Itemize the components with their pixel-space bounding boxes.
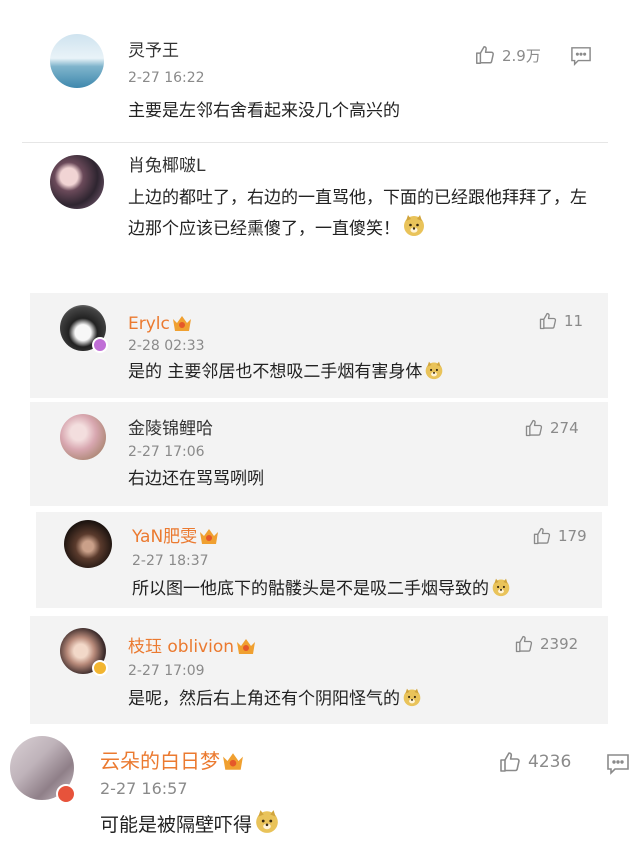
thumb-up-icon xyxy=(539,312,557,330)
doge-emoji xyxy=(491,577,511,607)
comment-text: 是的 主要邻居也不想吸二手烟有害身体 xyxy=(128,357,588,390)
like-count: 274 xyxy=(550,419,579,437)
username[interactable]: 灵予王 xyxy=(128,40,179,62)
like-button[interactable]: 274 xyxy=(524,418,579,438)
comment-card: 枝珏 oblivion 2-27 17:09 2392 是呢，然后右上角还有个阴… xyxy=(30,616,608,724)
like-button[interactable]: 4236 xyxy=(498,750,571,774)
avatar[interactable] xyxy=(60,414,106,460)
comment-card: Erylc 2-28 02:33 11 是的 主要邻居也不想吸二手烟有害身体 xyxy=(30,293,608,398)
username[interactable]: 肖兔椰啵L xyxy=(128,155,205,177)
comment-icon[interactable] xyxy=(570,46,592,66)
avatar[interactable] xyxy=(64,520,112,568)
doge-emoji xyxy=(402,687,422,717)
comment-card: 云朵的白日梦 2-27 16:57 4236 可能是被隔壁吓得 xyxy=(0,728,640,857)
username[interactable]: 云朵的白日梦 xyxy=(100,748,244,777)
vip-crown-icon xyxy=(222,751,244,777)
vip-crown-icon xyxy=(172,314,192,338)
timestamp: 2-27 17:06 xyxy=(128,444,205,460)
comment-text: 可能是被隔壁吓得 xyxy=(100,808,600,844)
username[interactable]: 枝珏 oblivion xyxy=(128,636,256,661)
like-count: 2.9万 xyxy=(502,46,541,65)
comment-text: 是呢，然后右上角还有个阴阳怪气的 xyxy=(128,684,588,717)
comment-text: 所以图一他底下的骷髅头是不是吸二手烟导致的 xyxy=(132,574,592,607)
verified-badge xyxy=(56,784,76,804)
username[interactable]: Erylc xyxy=(128,313,192,338)
comment-text: 上边的都吐了，右边的一直骂他，下面的已经跟他拜拜了，左边那个应该已经熏傻了，一直… xyxy=(128,183,588,247)
timestamp: 2-27 16:57 xyxy=(100,779,188,798)
avatar[interactable] xyxy=(50,155,104,209)
comment-text: 右边还在骂骂咧咧 xyxy=(128,469,264,489)
timestamp: 2-27 16:22 xyxy=(128,70,205,86)
comment-card: 金陵锦鲤哈 2-27 17:06 274 右边还在骂骂咧咧 xyxy=(30,402,608,506)
vip-crown-icon xyxy=(236,637,256,661)
thumb-up-icon xyxy=(500,752,520,772)
like-count: 2392 xyxy=(540,635,579,653)
thumb-up-icon xyxy=(515,635,533,653)
doge-emoji xyxy=(424,360,444,390)
doge-emoji xyxy=(402,213,426,247)
like-count: 179 xyxy=(558,527,587,545)
timestamp: 2-28 02:33 xyxy=(128,338,205,354)
thumb-up-icon xyxy=(525,419,543,437)
like-button[interactable]: 11 xyxy=(538,311,583,331)
username[interactable]: 金陵锦鲤哈 xyxy=(128,418,213,440)
comment-card: 肖兔椰啵L 上边的都吐了，右边的一直骂他，下面的已经跟他拜拜了，左边那个应该已经… xyxy=(22,143,608,291)
avatar[interactable] xyxy=(50,34,104,88)
verified-badge xyxy=(92,337,108,353)
timestamp: 2-27 17:09 xyxy=(128,663,205,679)
comment-icon[interactable] xyxy=(606,753,630,775)
like-count: 4236 xyxy=(528,752,572,772)
like-button[interactable]: 179 xyxy=(532,526,587,546)
comment-card: 灵予王 2-27 16:22 2.9万 主要是左邻右舍看起来没几个高兴的 xyxy=(22,22,608,142)
verified-badge xyxy=(92,660,108,676)
doge-emoji xyxy=(254,808,280,844)
username[interactable]: YaN肥雯 xyxy=(132,526,219,551)
like-button[interactable]: 2392 xyxy=(514,634,578,654)
thumb-up-icon xyxy=(476,46,494,64)
thumb-up-icon xyxy=(533,527,551,545)
vip-crown-icon xyxy=(199,527,219,551)
like-button[interactable]: 2.9万 xyxy=(474,44,541,66)
timestamp: 2-27 18:37 xyxy=(132,553,209,569)
like-count: 11 xyxy=(564,312,584,330)
comment-card: YaN肥雯 2-27 18:37 179 所以图一他底下的骷髅头是不是吸二手烟导… xyxy=(36,512,602,608)
comment-text: 主要是左邻右舍看起来没几个高兴的 xyxy=(128,101,400,121)
